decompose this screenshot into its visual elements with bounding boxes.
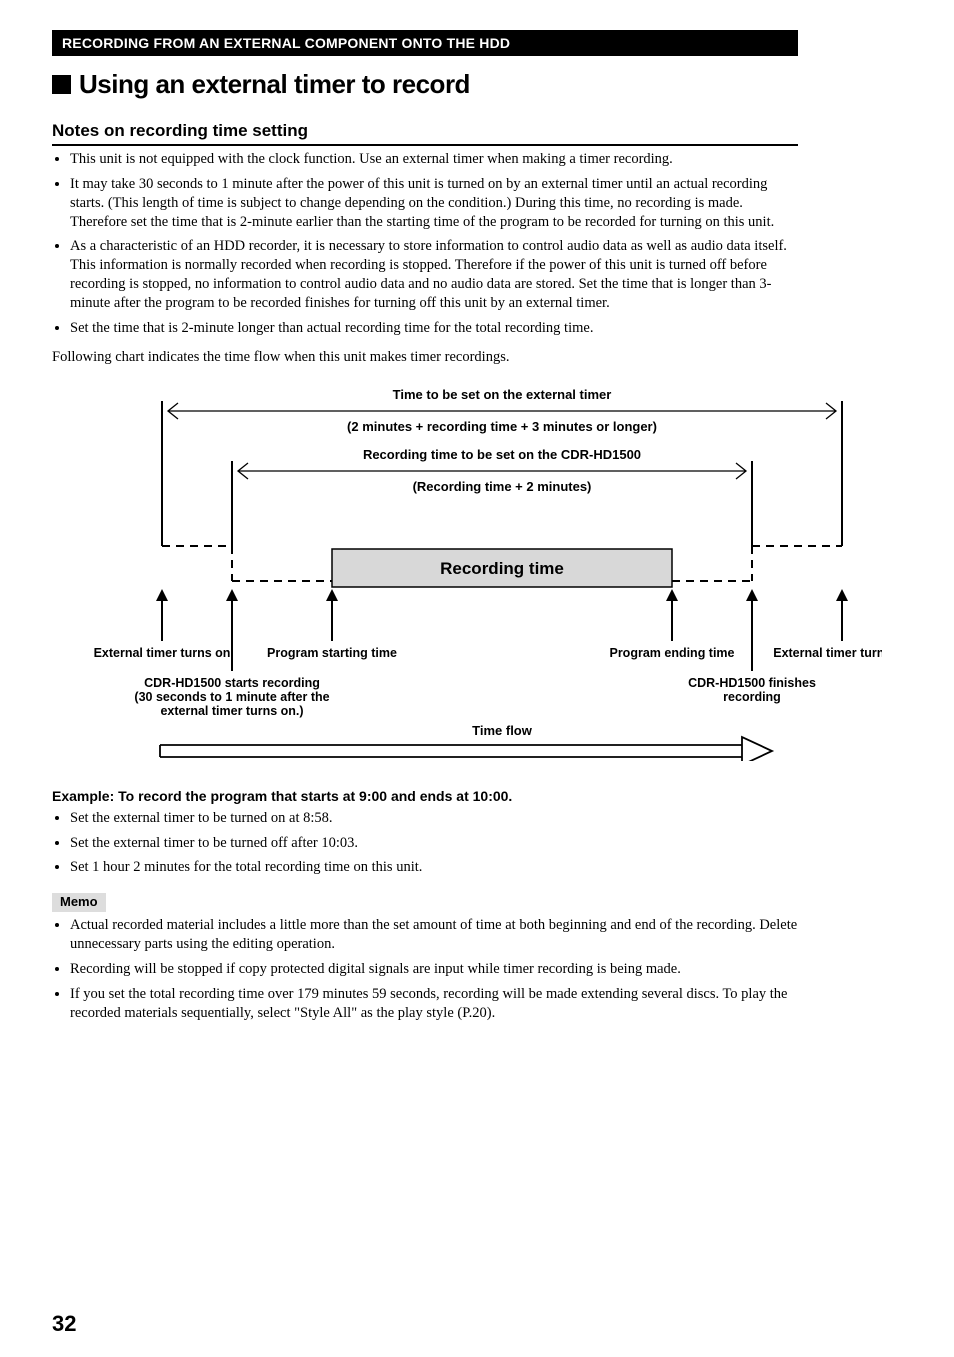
diagram-label: Program starting time [267,646,397,660]
note-item: This unit is not equipped with the clock… [70,150,798,169]
timing-diagram: Time to be set on the external timer (2 … [52,381,882,761]
followup-text: Following chart indicates the time flow … [52,348,798,367]
diagram-label: recording [723,690,781,704]
square-bullet-icon [52,75,71,94]
note-item: As a characteristic of an HDD recorder, … [70,237,798,312]
page-title: Using an external timer to record [52,68,798,102]
memo-label: Memo [52,893,106,912]
example-list: Set the external timer to be turned on a… [52,809,798,878]
section-header-bar: RECORDING FROM AN EXTERNAL COMPONENT ONT… [52,30,798,56]
diagram-label: CDR-HD1500 starts recording [144,676,320,690]
diagram-label: (2 minutes + recording time + 3 minutes … [347,419,657,434]
note-item: Set the time that is 2-minute longer tha… [70,319,798,338]
memo-item: Actual recorded material includes a litt… [70,916,798,954]
page-number: 32 [52,1310,76,1339]
diagram-label: (Recording time + 2 minutes) [413,479,592,494]
note-item: It may take 30 seconds to 1 minute after… [70,175,798,232]
example-item: Set the external timer to be turned on a… [70,809,798,828]
diagram-label: External timer turns on [94,646,231,660]
diagram-label: CDR-HD1500 finishes [688,676,816,690]
diagram-label: (30 seconds to 1 minute after the [134,690,329,704]
example-heading: Example: To record the program that star… [52,787,798,805]
example-item: Set the external timer to be turned off … [70,834,798,853]
recording-time-box-label: Recording time [440,559,564,578]
time-flow-label: Time flow [472,723,533,738]
diagram-label: External timer turns off [773,646,882,660]
example-item: Set 1 hour 2 minutes for the total recor… [70,858,798,877]
subsection-heading: Notes on recording time setting [52,120,798,146]
notes-list: This unit is not equipped with the clock… [52,150,798,338]
page-title-text: Using an external timer to record [79,69,470,99]
memo-item: If you set the total recording time over… [70,985,798,1023]
diagram-label: Time to be set on the external timer [393,387,612,402]
memo-item: Recording will be stopped if copy protec… [70,960,798,979]
diagram-label: external timer turns on.) [160,704,303,718]
memo-list: Actual recorded material includes a litt… [52,916,798,1022]
diagram-label: Recording time to be set on the CDR-HD15… [363,447,641,462]
diagram-label: Program ending time [609,646,734,660]
